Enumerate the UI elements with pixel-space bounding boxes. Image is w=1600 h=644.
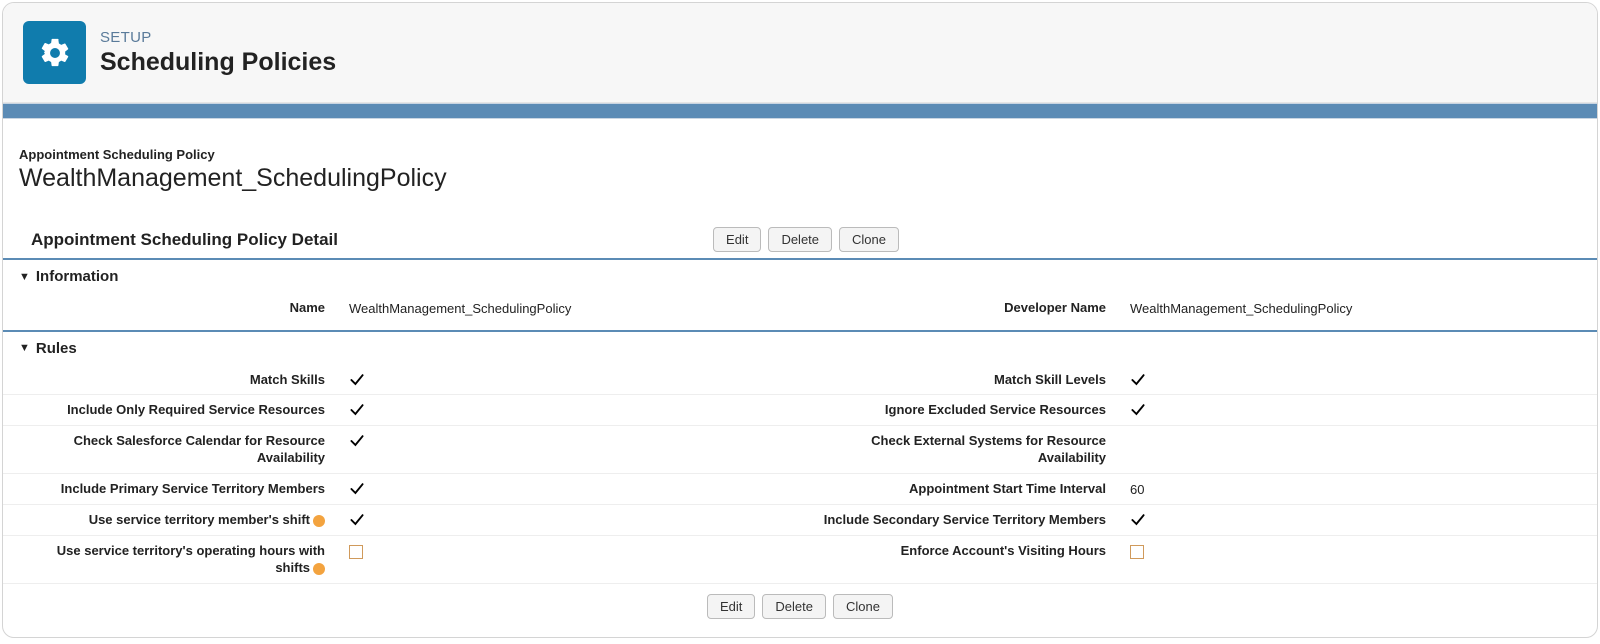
header-eyebrow: SETUP bbox=[100, 29, 336, 46]
edit-button[interactable]: Edit bbox=[707, 594, 755, 619]
checkmark-icon bbox=[349, 480, 365, 497]
use-member-shift-label: Use service territory member's shift bbox=[19, 511, 349, 529]
ignore-excluded-label: Ignore Excluded Service Resources bbox=[800, 401, 1130, 419]
check-sf-calendar-label: Check Salesforce Calendar for Resource A… bbox=[19, 432, 349, 467]
clone-button[interactable]: Clone bbox=[833, 594, 893, 619]
unchecked-box bbox=[349, 542, 363, 564]
record-type: Appointment Scheduling Policy bbox=[19, 147, 1581, 162]
clone-button[interactable]: Clone bbox=[839, 227, 899, 252]
button-row-bottom: Edit Delete Clone bbox=[3, 583, 1597, 637]
record-title: WealthManagement_SchedulingPolicy bbox=[19, 164, 1581, 193]
include-primary-label: Include Primary Service Territory Member… bbox=[19, 480, 349, 498]
checkmark-icon bbox=[1130, 511, 1146, 528]
section-rules[interactable]: ▼ Rules bbox=[3, 332, 1597, 365]
rules-row: Include Primary Service Territory Member… bbox=[3, 473, 1597, 505]
check-external-label: Check External Systems for Resource Avai… bbox=[800, 432, 1130, 467]
devname-label: Developer Name bbox=[800, 299, 1130, 317]
decor-strip bbox=[3, 103, 1597, 119]
use-operating-hours-label: Use service territory's operating hours … bbox=[19, 542, 349, 577]
gear-icon bbox=[23, 21, 86, 84]
rules-row: Match Skills Match Skill Levels bbox=[3, 365, 1597, 395]
checkmark-icon bbox=[349, 371, 365, 388]
match-skill-levels-label: Match Skill Levels bbox=[800, 371, 1130, 389]
checkmark-icon bbox=[1130, 401, 1146, 418]
app-header: SETUP Scheduling Policies bbox=[3, 3, 1597, 103]
devname-value: WealthManagement_SchedulingPolicy bbox=[1130, 299, 1352, 318]
triangle-down-icon: ▼ bbox=[19, 342, 30, 354]
delete-button[interactable]: Delete bbox=[762, 594, 826, 619]
section-information[interactable]: ▼ Information bbox=[3, 260, 1597, 293]
detail-heading: Appointment Scheduling Policy Detail bbox=[31, 230, 713, 250]
match-skills-label: Match Skills bbox=[19, 371, 349, 389]
help-icon[interactable] bbox=[313, 563, 325, 575]
rules-row: Check Salesforce Calendar for Resource A… bbox=[3, 425, 1597, 473]
checkmark-icon bbox=[349, 432, 365, 449]
appt-start-interval-label: Appointment Start Time Interval bbox=[800, 480, 1130, 498]
delete-button[interactable]: Delete bbox=[768, 227, 832, 252]
triangle-down-icon: ▼ bbox=[19, 271, 30, 283]
page-title: Scheduling Policies bbox=[100, 48, 336, 77]
rules-row: Include Only Required Service Resources … bbox=[3, 394, 1597, 425]
section-rules-title: Rules bbox=[36, 340, 77, 357]
include-only-required-label: Include Only Required Service Resources bbox=[19, 401, 349, 419]
record-header: Appointment Scheduling Policy WealthMana… bbox=[3, 119, 1597, 227]
detail-heading-bar: Appointment Scheduling Policy Detail Edi… bbox=[3, 227, 1597, 260]
name-value: WealthManagement_SchedulingPolicy bbox=[349, 299, 571, 318]
help-icon[interactable] bbox=[313, 515, 325, 527]
button-row-top: Edit Delete Clone bbox=[713, 227, 899, 252]
enforce-visiting-label: Enforce Account's Visiting Hours bbox=[800, 542, 1130, 560]
include-secondary-label: Include Secondary Service Territory Memb… bbox=[800, 511, 1130, 529]
unchecked-box bbox=[1130, 542, 1144, 564]
rules-row: Use service territory's operating hours … bbox=[3, 535, 1597, 583]
info-row: Name WealthManagement_SchedulingPolicy D… bbox=[3, 293, 1597, 324]
rules-row: Use service territory member's shift Inc… bbox=[3, 504, 1597, 535]
edit-button[interactable]: Edit bbox=[713, 227, 761, 252]
checkmark-icon bbox=[1130, 371, 1146, 388]
checkmark-icon bbox=[349, 511, 365, 528]
name-label: Name bbox=[19, 299, 349, 317]
checkmark-icon bbox=[349, 401, 365, 418]
appt-start-interval-value: 60 bbox=[1130, 480, 1144, 499]
section-information-title: Information bbox=[36, 268, 119, 285]
